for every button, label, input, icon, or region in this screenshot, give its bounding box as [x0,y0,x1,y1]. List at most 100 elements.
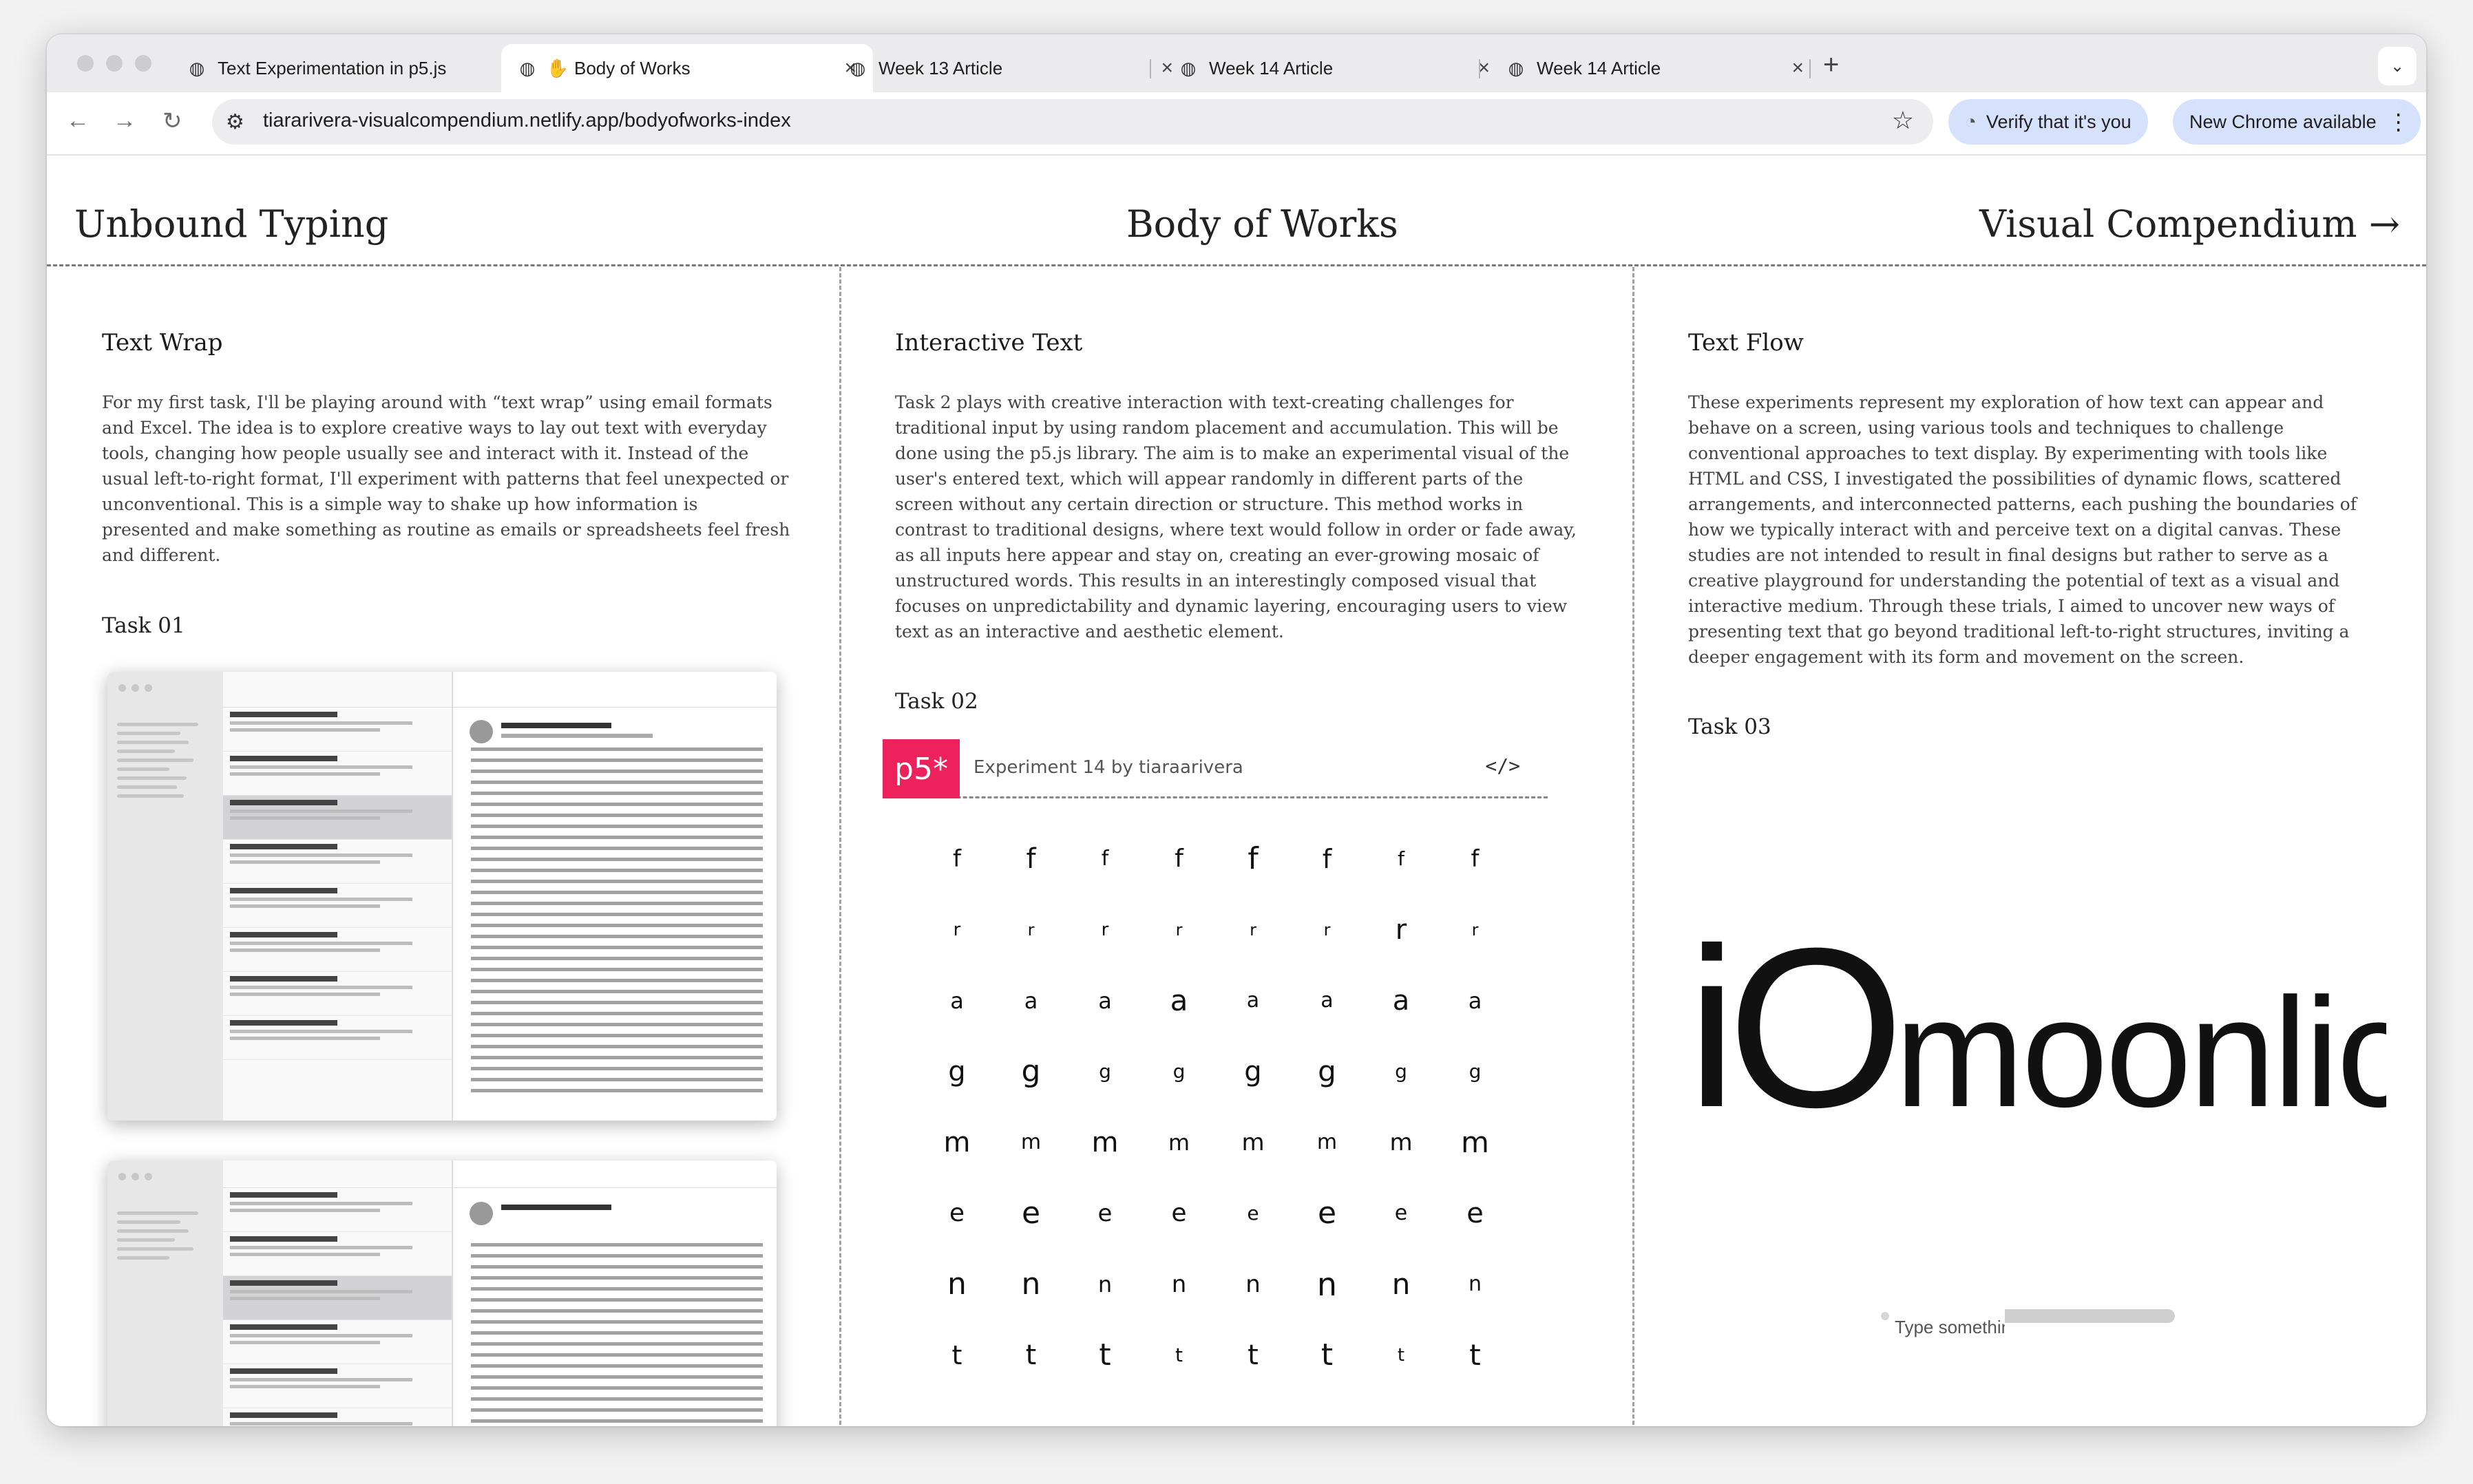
sketch-letter: t [1469,1338,1481,1372]
sketch-letter: e [1097,1200,1113,1227]
verify-button[interactable]: ◔ Verify that it's you [1948,99,2148,145]
sketch-letter: r [1395,914,1407,946]
sketch-letter: g [1172,1060,1186,1083]
reload-icon[interactable]: ↻ [162,107,182,135]
tab-text-experimentation[interactable]: ◍ Text Experimentation in p5.js × [171,44,543,92]
tab-week-14-a[interactable]: ◍ Week 14 Article × [1162,44,1506,92]
nav-unbound-typing[interactable]: Unbound Typing [74,202,388,246]
p5-logo[interactable]: p5* [883,739,960,798]
sketch-letter: m [1389,1129,1413,1156]
sketch-letter: e [1171,1199,1187,1227]
tab-week-14-b[interactable]: ◍ Week 14 Article × [1490,44,1820,92]
mail-sidebar [107,672,223,1121]
sketch-letter: t [1099,1337,1111,1372]
sketch-letter: f [1175,845,1183,873]
sketch-letter: m [1461,1125,1489,1159]
toolbar: ← → ↻ ⚙ tiararivera-visualcompendium.net… [47,92,2426,156]
sketch-letter: g [1099,1060,1111,1083]
nav-visual-compendium[interactable]: Visual Compendium → [1979,202,2400,246]
sketch-letter: a [950,988,964,1014]
task-label: Task 02 [895,689,978,714]
tab-separator [1150,59,1151,78]
globe-icon: ◍ [189,57,205,78]
sketch-letter: r [1323,920,1331,940]
p5-embed-header: p5* Experiment 14 by tiaraarivera </> [883,739,1548,798]
sketch-letter: m [1168,1130,1190,1156]
sketch-letter: n [1316,1266,1338,1303]
close-icon[interactable]: × [1791,56,1804,80]
mail-list [223,672,453,1121]
site-info-icon[interactable]: ⚙ [226,110,244,134]
section-title: Text Flow [1688,329,1804,357]
sketch-letter: e [1021,1196,1041,1231]
hand-icon: ✋ [546,57,569,78]
chevron-down-icon[interactable]: ⌄ [2378,47,2417,85]
header-divider [47,264,2426,266]
column-text-flow: Text Flow These experiments represent my… [1688,267,2377,670]
sketch-letter: g [1469,1060,1482,1083]
browser-window: ◍ Text Experimentation in p5.js × ◍ ✋ Bo… [47,34,2426,1426]
sketch-letter: r [1101,920,1109,940]
sketch-letter: e [1317,1196,1337,1231]
window-controls[interactable] [77,55,151,72]
address-bar[interactable]: ⚙ tiararivera-visualcompendium.netlify.a… [212,99,1933,145]
sketch-letter: a [1392,985,1410,1017]
sketch-letter: a [1170,984,1188,1017]
more-icon[interactable]: ⋮ [2388,109,2410,135]
email-screenshot-1 [107,672,777,1121]
big-io-text: iO [1687,914,1904,1141]
sketch-letter: a [1024,988,1038,1014]
sketch-letter: r [1250,920,1256,940]
sketch-letter: e [1394,1201,1408,1225]
globe-icon: ◍ [850,57,866,78]
sketch-letter: m [1091,1127,1119,1158]
section-body: Task 2 plays with creative interaction w… [895,392,1577,642]
sketch-letter: t [1320,1337,1334,1372]
column-interactive-text: Interactive Text Task 2 plays with creat… [895,267,1583,644]
sketch-letter: t [1175,1344,1183,1366]
mail-list [223,1160,453,1426]
sketch-letter: a [1320,988,1334,1013]
back-icon[interactable]: ← [66,107,90,134]
url-text[interactable]: tiararivera-visualcompendium.netlify.app… [263,109,791,132]
sketch-letter: n [1171,1271,1187,1298]
new-tab-icon[interactable]: + [1823,50,1839,81]
sketch-letter: t [1397,1345,1405,1366]
globe-icon: ◍ [1508,57,1524,78]
sketch-letter: t [1248,1339,1259,1371]
sketch-letter: g [948,1056,966,1088]
tab-separator [1479,59,1480,78]
sketch-letter: n [1468,1272,1482,1296]
web-page: Unbound Typing Body of Works Visual Comp… [47,156,2426,1426]
column-divider [1632,267,1634,1426]
tab-week-13[interactable]: ◍ Week 13 Article × [832,44,1190,92]
sketch-letter: n [947,1266,967,1302]
sketch-letter: f [953,845,961,873]
section-title: Interactive Text [895,329,1083,357]
type-something-input[interactable] [1895,1309,2005,1338]
update-chrome-button[interactable]: New Chrome available ⋮ [2173,99,2421,145]
section-title: Text Wrap [102,329,223,357]
forward-icon[interactable]: → [113,107,136,134]
page-title: Body of Works [1126,202,1398,246]
task-label: Task 01 [102,613,185,638]
mail-body [453,672,777,1121]
mail-body [453,1160,777,1426]
sketch-title[interactable]: Experiment 14 by tiaraarivera [974,757,1243,778]
text-flow-output: iOmoonlic [1687,914,2386,1141]
sketch-letter: e [1466,1198,1484,1229]
mail-sidebar [107,1160,223,1426]
slider-handle[interactable] [1881,1312,1889,1320]
tab-separator [1809,59,1811,78]
column-divider [839,267,841,1426]
sketch-letter: g [1395,1060,1407,1083]
column-text-wrap: Text Wrap For my first task, I'll be pla… [102,267,790,568]
globe-icon: ◍ [1180,57,1197,78]
bookmark-star-icon[interactable]: ☆ [1892,106,1914,135]
code-icon[interactable]: </> [1485,754,1520,777]
tab-body-of-works[interactable]: ◍ ✋ Body of Works × [501,44,873,92]
sketch-letter: f [1101,847,1109,871]
sketch-letter: e [1247,1202,1259,1225]
section-body: These experiments represent my explorati… [1688,392,2357,667]
sketch-letter: g [1318,1054,1336,1088]
